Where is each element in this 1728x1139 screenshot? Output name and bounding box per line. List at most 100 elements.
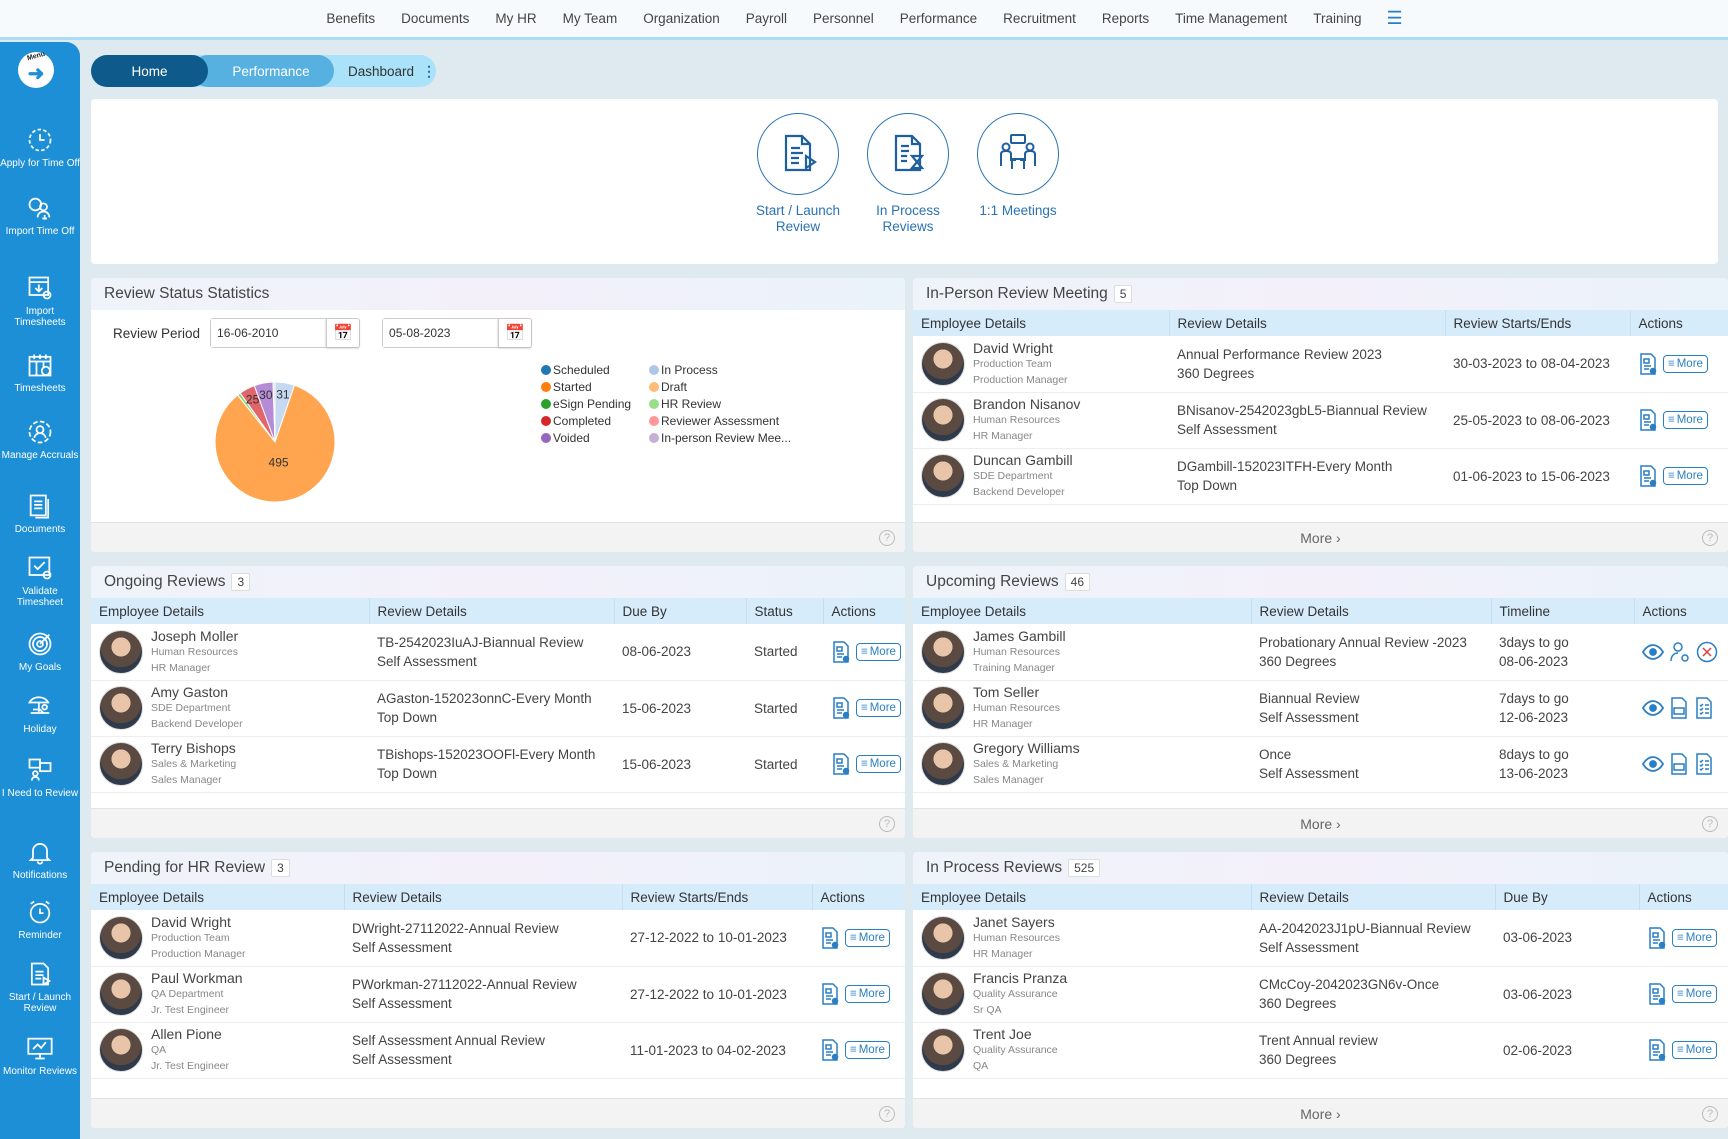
- help-icon[interactable]: ?: [1702, 1106, 1718, 1122]
- column-header[interactable]: Review Details: [369, 598, 615, 624]
- hamburger-menu-icon[interactable]: ☰: [1375, 8, 1415, 29]
- employee-name[interactable]: David Wright: [973, 340, 1068, 356]
- more-button[interactable]: ≡ More: [1672, 928, 1717, 947]
- column-header[interactable]: Actions: [823, 598, 905, 624]
- nav-benefits[interactable]: Benefits: [313, 11, 388, 26]
- column-header[interactable]: Actions: [1634, 598, 1728, 624]
- sidebar-item-apply-for-time-off[interactable]: Apply for Time Off: [0, 126, 80, 169]
- kebab-menu-icon[interactable]: ⋮: [422, 63, 436, 80]
- column-header[interactable]: Due By: [614, 598, 747, 624]
- sidebar-item-my-goals[interactable]: My Goals: [0, 630, 80, 673]
- legend-item[interactable]: Scheduled: [541, 363, 649, 377]
- employee-name[interactable]: Tom Seller: [973, 684, 1060, 700]
- nav-my-team[interactable]: My Team: [550, 11, 631, 26]
- more-button[interactable]: ≡ More: [845, 928, 890, 947]
- review-document-icon[interactable]: [820, 1039, 840, 1061]
- sidebar-item-manage-accruals[interactable]: Manage Accruals: [0, 418, 80, 461]
- nav-personnel[interactable]: Personnel: [800, 11, 887, 26]
- column-header[interactable]: Due By: [1495, 884, 1640, 910]
- column-header[interactable]: Employee Details: [91, 884, 345, 910]
- column-header[interactable]: Actions: [1639, 884, 1728, 910]
- nav-reports[interactable]: Reports: [1089, 11, 1162, 26]
- more-button[interactable]: ≡ More: [1663, 411, 1708, 429]
- more-link[interactable]: More ›: [1300, 816, 1340, 832]
- log-document-icon[interactable]: [1669, 697, 1689, 719]
- legend-item[interactable]: Reviewer Assessment: [649, 414, 809, 428]
- column-header[interactable]: Actions: [1630, 310, 1728, 336]
- sidebar-item-notifications[interactable]: Notifications: [0, 838, 80, 881]
- nav-training[interactable]: Training: [1300, 11, 1374, 26]
- legend-item[interactable]: In Process: [649, 363, 809, 377]
- legend-item[interactable]: Draft: [649, 380, 809, 394]
- more-button[interactable]: ≡ More: [1672, 985, 1717, 1003]
- legend-item[interactable]: eSign Pending: [541, 397, 649, 411]
- nav-documents[interactable]: Documents: [388, 11, 482, 26]
- user-view-icon[interactable]: [1669, 641, 1691, 663]
- sidebar-item-i-need-to-review[interactable]: I Need to Review: [0, 756, 80, 799]
- employee-name[interactable]: Amy Gaston: [151, 684, 243, 700]
- employee-name[interactable]: Paul Workman: [151, 970, 243, 986]
- more-button[interactable]: ≡ More: [845, 985, 890, 1003]
- review-document-icon[interactable]: [820, 983, 840, 1005]
- start-launch-review-button[interactable]: Start / Launch Review: [743, 113, 853, 235]
- column-header[interactable]: Employee Details: [91, 598, 370, 624]
- employee-name[interactable]: Allen Pione: [151, 1026, 229, 1042]
- cancel-icon[interactable]: [1696, 641, 1718, 663]
- review-document-icon[interactable]: [1647, 983, 1667, 1005]
- review-document-icon[interactable]: [1638, 409, 1658, 431]
- employee-name[interactable]: Francis Pranza: [973, 970, 1067, 986]
- help-icon[interactable]: ?: [879, 530, 895, 546]
- help-icon[interactable]: ?: [1702, 816, 1718, 832]
- to-date-input[interactable]: [383, 319, 499, 347]
- more-button[interactable]: ≡ More: [856, 699, 901, 717]
- column-header[interactable]: Employee Details: [913, 598, 1252, 624]
- calendar-icon[interactable]: 📅: [326, 319, 359, 347]
- nav-time-management[interactable]: Time Management: [1162, 11, 1300, 26]
- menu-button[interactable]: Menu ➜: [18, 51, 54, 88]
- employee-name[interactable]: Trent Joe: [973, 1026, 1058, 1042]
- employee-name[interactable]: James Gambill: [973, 628, 1066, 644]
- legend-item[interactable]: Voided: [541, 431, 649, 445]
- legend-item[interactable]: HR Review: [649, 397, 809, 411]
- in-process-reviews-button[interactable]: In Process Reviews: [853, 113, 963, 235]
- breadcrumb-dashboard[interactable]: Dashboard ⋮: [324, 55, 436, 87]
- more-button[interactable]: ≡ More: [845, 1041, 890, 1059]
- more-button[interactable]: ≡ More: [1663, 467, 1708, 485]
- column-header[interactable]: Review Details: [1251, 598, 1492, 624]
- sidebar-item-start-launch-review[interactable]: Start / Launch Review: [0, 960, 80, 1014]
- more-button[interactable]: ≡ More: [1672, 1041, 1717, 1059]
- employee-name[interactable]: Joseph Moller: [151, 628, 238, 644]
- employee-name[interactable]: Terry Bishops: [151, 740, 236, 756]
- legend-item[interactable]: Completed: [541, 414, 649, 428]
- sidebar-item-documents[interactable]: Documents: [0, 492, 80, 535]
- review-document-icon[interactable]: [1638, 353, 1658, 375]
- employee-name[interactable]: Janet Sayers: [973, 914, 1060, 930]
- review-document-icon[interactable]: [831, 753, 851, 775]
- one-on-one-meetings-button[interactable]: 1:1 Meetings: [963, 113, 1073, 219]
- review-document-icon[interactable]: [1638, 465, 1658, 487]
- employee-name[interactable]: David Wright: [151, 914, 246, 930]
- review-document-icon[interactable]: [1647, 927, 1667, 949]
- column-header[interactable]: Review Details: [344, 884, 623, 910]
- sidebar-item-monitor-reviews[interactable]: Monitor Reviews: [0, 1034, 80, 1077]
- employee-name[interactable]: Duncan Gambill: [973, 452, 1073, 468]
- review-document-icon[interactable]: [831, 641, 851, 663]
- column-header[interactable]: Status: [746, 598, 824, 624]
- employee-name[interactable]: Gregory Williams: [973, 740, 1080, 756]
- column-header[interactable]: Employee Details: [913, 310, 1170, 336]
- column-header[interactable]: Review Starts/Ends: [1445, 310, 1631, 336]
- column-header[interactable]: Timeline: [1491, 598, 1635, 624]
- nav-recruitment[interactable]: Recruitment: [990, 11, 1089, 26]
- breadcrumb-performance[interactable]: Performance: [192, 55, 334, 87]
- calendar-icon[interactable]: 📅: [498, 319, 531, 347]
- sidebar-item-holiday[interactable]: Holiday: [0, 692, 80, 735]
- nav-payroll[interactable]: Payroll: [733, 11, 800, 26]
- breadcrumb-home[interactable]: Home: [91, 55, 209, 87]
- more-link[interactable]: More ›: [1300, 1106, 1340, 1122]
- legend-item[interactable]: In-person Review Mee...: [649, 431, 809, 445]
- employee-name[interactable]: Brandon Nisanov: [973, 396, 1080, 412]
- sidebar-item-validate-timesheet[interactable]: Validate Timesheet: [0, 554, 80, 608]
- review-document-icon[interactable]: [820, 927, 840, 949]
- eye-icon[interactable]: [1642, 643, 1664, 660]
- checklist-icon[interactable]: [1694, 753, 1714, 775]
